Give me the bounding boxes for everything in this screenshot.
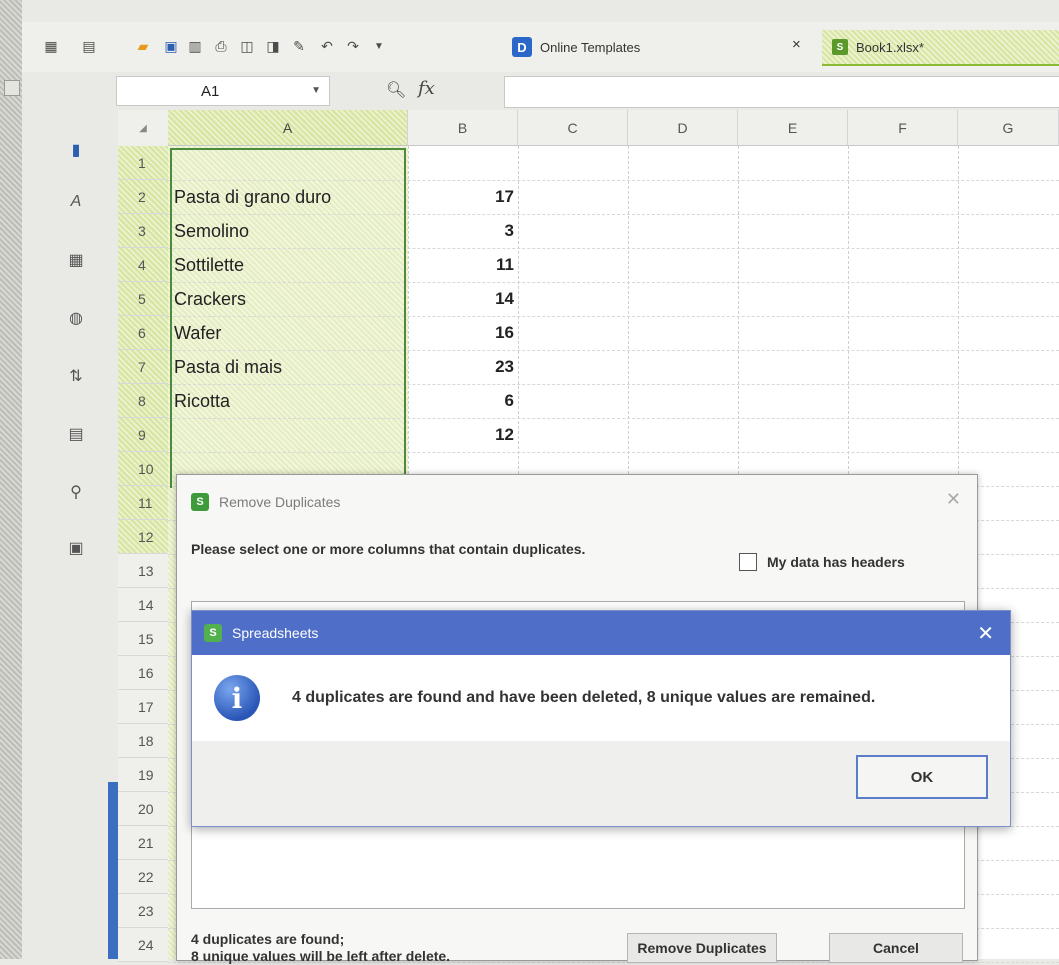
dialog-close-icon[interactable]: ✕ <box>946 489 961 510</box>
row-header[interactable]: 4 <box>118 248 168 282</box>
export-pdf-icon[interactable]: ◨ <box>264 37 282 55</box>
customize-dropdown-icon[interactable]: ▼ <box>370 37 388 55</box>
cell-b[interactable]: 16 <box>410 316 514 350</box>
row-header[interactable]: 18 <box>118 724 168 758</box>
status-line-1: 4 duplicates are found; <box>191 931 345 947</box>
row-header[interactable]: 21 <box>118 826 168 860</box>
row-header[interactable]: 8 <box>118 384 168 418</box>
column-header-f[interactable]: F <box>848 110 958 146</box>
row-header[interactable]: 9 <box>118 418 168 452</box>
cell-b[interactable] <box>410 146 514 180</box>
column-header-d[interactable]: D <box>628 110 738 146</box>
checkbox-box[interactable] <box>739 553 757 571</box>
cell-b[interactable]: 23 <box>410 350 514 384</box>
cell-b[interactable]: 11 <box>410 248 514 282</box>
column-header-c[interactable]: C <box>518 110 628 146</box>
sort-icon[interactable]: ⇅ <box>64 364 88 388</box>
cell-b[interactable]: 12 <box>410 418 514 452</box>
row-header[interactable]: 14 <box>118 588 168 622</box>
tab-workbook-label: Book1.xlsx* <box>856 39 924 55</box>
quick-access-toolbar: ▦ ▤ ▰ ▣ ▥ ⎙ ◫ ◨ ✎ ↶ ↷ ▼ D Online Templat… <box>22 22 1059 72</box>
view-toggle-icon[interactable]: ▤ <box>80 37 98 55</box>
frame-marker-icon <box>4 80 20 96</box>
cell-b[interactable]: 17 <box>410 180 514 214</box>
app-menu-icon[interactable]: ▦ <box>42 37 60 55</box>
cell-format-icon[interactable]: ▦ <box>64 248 88 272</box>
spreadsheets-app-icon: S <box>191 493 209 511</box>
dialog-prompt: Please select one or more columns that c… <box>191 541 586 557</box>
row-header[interactable]: 10 <box>118 452 168 486</box>
info-message-box: S Spreadsheets ✕ i 4 duplicates are foun… <box>191 610 1011 827</box>
format-painter-icon[interactable]: ✎ <box>290 37 308 55</box>
row-header[interactable]: 24 <box>118 928 168 962</box>
open-folder-icon[interactable]: ▰ <box>134 37 152 55</box>
vertical-scroll-indicator[interactable] <box>108 782 118 959</box>
chart-icon[interactable]: ◍ <box>64 306 88 330</box>
formula-input[interactable] <box>504 76 1059 108</box>
print-icon[interactable]: ⎙ <box>212 37 230 55</box>
ok-button[interactable]: OK <box>856 755 988 799</box>
headers-checkbox[interactable]: My data has headers <box>739 553 905 571</box>
cell-b[interactable]: 14 <box>410 282 514 316</box>
row-header[interactable]: 17 <box>118 690 168 724</box>
templates-logo-icon: D <box>512 37 532 57</box>
column-header-g[interactable]: G <box>958 110 1059 146</box>
row-header[interactable]: 5 <box>118 282 168 316</box>
zoom-formula-icon[interactable]: 🔍︎ <box>386 80 406 100</box>
calendar-icon[interactable]: ▣ <box>64 536 88 560</box>
message-text: 4 duplicates are found and have been del… <box>292 689 876 706</box>
styles-icon[interactable]: A <box>64 190 88 214</box>
row-header[interactable]: 23 <box>118 894 168 928</box>
row-header[interactable]: 20 <box>118 792 168 826</box>
insert-function-icon[interactable]: fx <box>418 78 435 99</box>
row-header[interactable]: 15 <box>118 622 168 656</box>
new-document-icon[interactable]: ▮ <box>64 138 88 162</box>
tab-online-templates-label: Online Templates <box>540 39 641 55</box>
redo-icon[interactable]: ↷ <box>344 37 362 55</box>
cell-b[interactable]: 6 <box>410 384 514 418</box>
info-icon: i <box>214 675 260 721</box>
cell-b[interactable]: 3 <box>410 214 514 248</box>
print-preview-icon[interactable]: ◫ <box>238 37 256 55</box>
message-title: Spreadsheets <box>232 625 319 641</box>
tab-workbook[interactable]: S Book1.xlsx* <box>822 30 1059 66</box>
row-header[interactable]: 19 <box>118 758 168 792</box>
message-close-icon[interactable]: ✕ <box>977 621 994 646</box>
name-box-dropdown-icon[interactable]: ▼ <box>311 85 321 96</box>
filter-icon[interactable]: ⚲ <box>64 480 88 504</box>
message-body: i 4 duplicates are found and have been d… <box>192 655 1010 741</box>
name-box[interactable]: A1 ▼ <box>116 76 330 106</box>
table-icon[interactable]: ▤ <box>64 422 88 446</box>
row-header[interactable]: 3 <box>118 214 168 248</box>
row-header[interactable]: 22 <box>118 860 168 894</box>
column-header-b[interactable]: B <box>408 110 518 146</box>
selection-border <box>170 148 406 488</box>
close-tab-icon[interactable]: × <box>792 36 801 53</box>
row-header[interactable]: 13 <box>118 554 168 588</box>
row-header[interactable]: 2 <box>118 180 168 214</box>
column-header-e[interactable]: E <box>738 110 848 146</box>
row-header[interactable]: 1 <box>118 146 168 180</box>
save-icon[interactable]: ▣ <box>162 37 180 55</box>
save-as-icon[interactable]: ▥ <box>186 37 204 55</box>
tab-online-templates[interactable]: D Online Templates <box>512 34 640 60</box>
undo-icon[interactable]: ↶ <box>318 37 336 55</box>
dialog-title: Remove Duplicates <box>219 494 341 510</box>
column-header-a[interactable]: A <box>168 110 408 146</box>
headers-checkbox-label: My data has headers <box>767 554 905 570</box>
row-header[interactable]: 16 <box>118 656 168 690</box>
window-frame-left <box>0 0 22 959</box>
row-header[interactable]: 6 <box>118 316 168 350</box>
spreadsheets-app-icon: S <box>204 624 222 642</box>
row-header[interactable]: 11 <box>118 486 168 520</box>
select-all-corner[interactable]: ◢ <box>118 110 168 147</box>
spreadsheet-file-icon: S <box>832 39 848 55</box>
name-box-value: A1 <box>201 82 220 100</box>
message-title-bar[interactable]: S Spreadsheets ✕ <box>192 611 1010 655</box>
status-line-2: 8 unique values will be left after delet… <box>191 948 451 964</box>
row-header[interactable]: 12 <box>118 520 168 554</box>
row-header[interactable]: 7 <box>118 350 168 384</box>
duplicates-status: 4 duplicates are found; 8 unique values … <box>191 931 450 965</box>
dialog-title-bar[interactable]: S Remove Duplicates <box>191 493 340 511</box>
